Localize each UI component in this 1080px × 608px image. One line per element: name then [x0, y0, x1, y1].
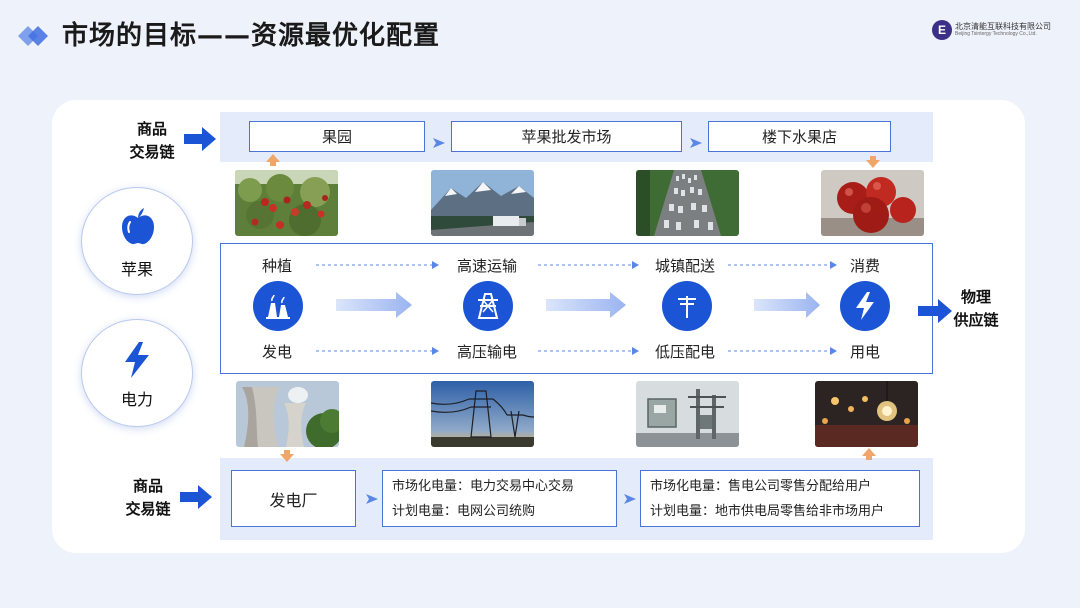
diamond-logo-icon — [18, 26, 48, 46]
label-line: 商品 — [136, 120, 167, 138]
power-plant-icon — [266, 294, 290, 319]
label-line: 交易链 — [129, 143, 175, 161]
power-category-circle: 电力 — [81, 319, 193, 427]
orange-up-arrow-icon — [266, 154, 280, 166]
gradient-flow-arrows — [336, 292, 820, 318]
consumption-node — [840, 281, 890, 331]
apple-label: 苹果 — [120, 260, 153, 279]
small-arrow-right-icon — [624, 494, 636, 504]
label-line: 物理 — [960, 288, 991, 306]
chain-box-market-trade: 市场化电量：电力交易中心交易 计划电量：电网公司统购 — [382, 470, 617, 527]
transformer-photo — [636, 381, 739, 447]
arrow-right-icon — [184, 127, 216, 151]
commodity-chain-label-bottom: 商品 交易链 — [118, 475, 178, 521]
physical-chain-label: 物理 供应链 — [946, 286, 1006, 332]
chain-box-power-plant: 发电厂 — [231, 470, 356, 527]
company-logo: E 北京清能互联科技有限公司 Beijing Tsintergy Technol… — [932, 20, 1062, 42]
highway-truck-photo — [431, 170, 534, 236]
apple-icon — [122, 208, 154, 245]
chain-box-wholesale: 苹果批发市场 — [451, 121, 682, 152]
orange-down-arrow-icon — [866, 156, 880, 168]
company-logo-mark-icon: E — [932, 20, 952, 40]
arrow-right-icon — [180, 485, 212, 509]
traffic-jam-photo — [636, 170, 739, 236]
utility-pole-icon — [678, 296, 696, 318]
transmission-tower-icon — [477, 293, 499, 319]
orange-up-arrow-icon — [862, 448, 876, 460]
label-line: 交易链 — [125, 500, 171, 518]
flow-label-planting: 种植 — [262, 257, 293, 275]
apple-orchard-photo — [235, 170, 338, 236]
orange-down-arrow-icon — [280, 450, 294, 462]
chain-box-fruit-shop: 楼下水果店 — [708, 121, 891, 152]
company-name-en: Beijing Tsintergy Technology Co.,Ltd. — [955, 31, 1037, 37]
lightning-icon — [125, 342, 149, 378]
retail-planned-line: 计划电量：地市供电局零售给非市场用户 — [650, 503, 885, 519]
apple-category-circle: 苹果 — [81, 187, 193, 295]
commodity-chain-label-top: 商品 交易链 — [122, 118, 182, 164]
small-arrow-right-icon — [690, 138, 702, 148]
distribution-node — [662, 281, 712, 331]
label-line: 商品 — [132, 477, 163, 495]
lightning-icon — [856, 292, 874, 320]
chain-box-retail: 市场化电量：售电公司零售分配给用户 计划电量：地市供电局零售给非市场用户 — [640, 470, 920, 527]
transmission-node — [463, 281, 513, 331]
power-plant-node — [253, 281, 303, 331]
retail-market-line: 市场化电量：售电公司零售分配给用户 — [650, 478, 872, 494]
small-arrow-right-icon — [366, 494, 378, 504]
label-line: 供应链 — [953, 311, 999, 329]
page-title: 市场的目标——资源最优化配置 — [62, 21, 441, 51]
power-label: 电力 — [120, 390, 153, 409]
small-arrow-right-icon — [433, 138, 445, 148]
cooling-tower-photo — [236, 381, 339, 447]
red-apples-photo — [821, 170, 924, 236]
transmission-tower-photo — [431, 381, 534, 447]
chain-box-orchard: 果园 — [249, 121, 425, 152]
market-trade-line: 市场化电量：电力交易中心交易 — [392, 478, 575, 494]
light-bulb-photo — [815, 381, 918, 447]
flow-label-generation: 发电 — [262, 343, 293, 361]
planned-purchase-line: 计划电量：电网公司统购 — [392, 503, 536, 519]
